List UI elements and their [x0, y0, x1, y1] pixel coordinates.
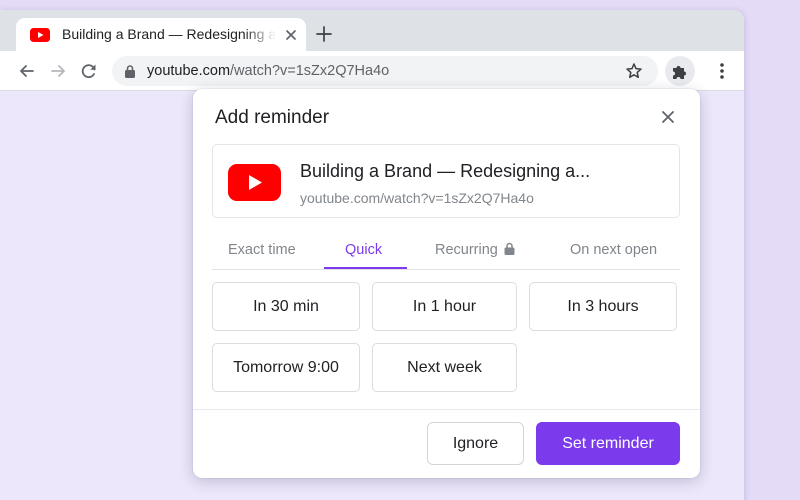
new-tab-icon[interactable] — [314, 24, 334, 44]
close-icon[interactable] — [659, 108, 677, 126]
puzzle-icon — [673, 66, 686, 79]
tab-recurring-label: Recurring — [435, 242, 498, 258]
tab-exact-time[interactable]: Exact time — [228, 242, 296, 258]
lock-icon — [504, 242, 515, 255]
address-bar[interactable]: youtube.com/watch?v=1sZx2Q7Ha4o — [112, 56, 658, 86]
footer-divider — [193, 409, 700, 410]
video-card: Building a Brand — Redesigning a... yout… — [212, 144, 680, 218]
back-arrow-icon[interactable] — [17, 61, 37, 81]
active-tab-indicator — [324, 267, 407, 269]
quick-option-tomorrow[interactable]: Tomorrow 9:00 — [212, 343, 360, 392]
url-host: youtube.com — [147, 63, 231, 79]
youtube-logo-icon — [228, 164, 281, 201]
url-text: youtube.com/watch?v=1sZx2Q7Ha4o — [147, 63, 389, 79]
tab-strip: Building a Brand — Redesigning a Hotel — [0, 10, 744, 51]
tab-title: Building a Brand — Redesigning a Hotel — [62, 26, 276, 42]
extensions-button[interactable] — [665, 56, 695, 86]
reload-icon[interactable] — [79, 61, 99, 81]
bookmark-star-icon[interactable] — [625, 62, 643, 80]
youtube-icon — [30, 28, 50, 42]
ignore-button[interactable]: Ignore — [427, 422, 524, 465]
tab-recurring[interactable]: Recurring — [435, 242, 515, 258]
quick-option-1-hour[interactable]: In 1 hour — [372, 282, 517, 331]
tab-quick[interactable]: Quick — [345, 242, 382, 258]
quick-option-3-hours[interactable]: In 3 hours — [529, 282, 677, 331]
quick-option-30-min[interactable]: In 30 min — [212, 282, 360, 331]
video-url: youtube.com/watch?v=1sZx2Q7Ha4o — [300, 190, 534, 206]
forward-arrow-icon[interactable] — [48, 61, 68, 81]
browser-tab[interactable]: Building a Brand — Redesigning a Hotel — [16, 18, 306, 51]
url-path: /watch?v=1sZx2Q7Ha4o — [230, 63, 390, 79]
quick-option-next-week[interactable]: Next week — [372, 343, 517, 392]
lock-icon — [125, 65, 135, 78]
set-reminder-button[interactable]: Set reminder — [536, 422, 680, 465]
reminder-tabs: Exact time Quick Recurring On next open — [212, 230, 680, 270]
close-tab-icon[interactable] — [282, 26, 300, 44]
more-vert-icon[interactable] — [712, 61, 732, 81]
video-title: Building a Brand — Redesigning a... — [300, 161, 591, 181]
add-reminder-popup: Add reminder Building a Brand — Redesign… — [193, 89, 700, 478]
popup-title: Add reminder — [215, 107, 330, 128]
tab-on-next-open[interactable]: On next open — [570, 242, 657, 258]
browser-toolbar: youtube.com/watch?v=1sZx2Q7Ha4o — [0, 51, 744, 91]
